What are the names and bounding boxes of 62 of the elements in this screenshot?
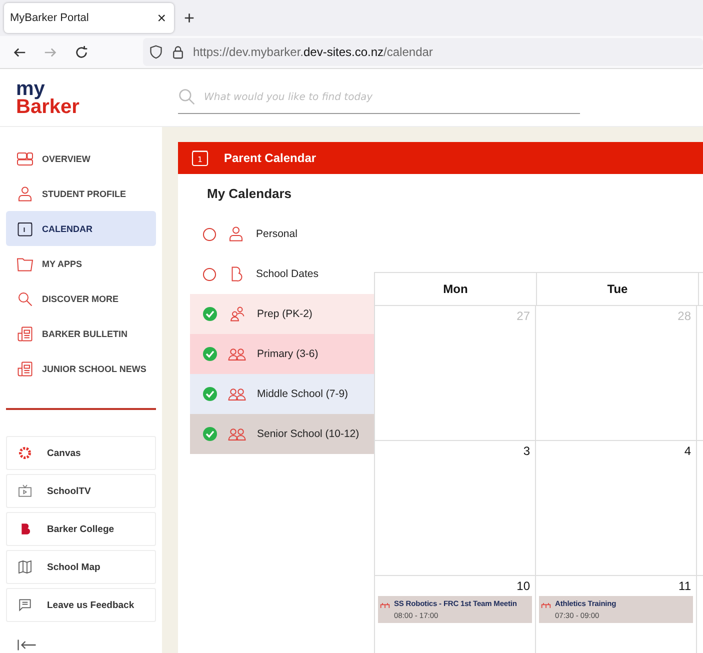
page-title: Parent Calendar (224, 151, 316, 165)
checkbox[interactable] (203, 228, 216, 240)
checkbox[interactable] (203, 268, 216, 280)
app-link[interactable]: Leave us Feedback (6, 588, 156, 622)
day-header: Tue (537, 273, 699, 305)
date-number: 10 (516, 579, 531, 593)
sidebar-item[interactable]: BARKER BULLETIN (6, 316, 156, 351)
close-tab-button[interactable]: × (157, 10, 166, 26)
collapse-icon[interactable] (16, 638, 38, 652)
app-link[interactable]: SchoolTV (6, 474, 156, 508)
url-text: https://dev.mybarker.dev-sites.co.nz/calendar (193, 45, 433, 59)
section-title: My Calendars (206, 185, 293, 203)
calendar-name: Senior School (10-12) (257, 428, 360, 440)
checkbox[interactable] (203, 307, 217, 321)
date-number: 27 (516, 309, 531, 323)
search-icon (16, 290, 34, 308)
app-link[interactable]: School Map (6, 550, 156, 584)
map-icon (17, 559, 33, 575)
calendar-row[interactable]: Senior School (10-12) (190, 414, 374, 454)
sidebar-item[interactable]: OVERVIEW (6, 141, 156, 176)
tv-icon (17, 483, 33, 499)
message-icon (17, 597, 33, 613)
sidebar-item[interactable]: STUDENT PROFILE (6, 176, 156, 211)
calendar-icon (16, 220, 34, 238)
calendar-name: Primary (3-6) (257, 348, 318, 360)
people-icon (228, 305, 246, 323)
date-number: 3 (522, 444, 531, 458)
calendar-name: Personal (256, 228, 298, 240)
dashboard-icon (16, 150, 34, 168)
calendar-row[interactable]: Primary (3-6) (190, 334, 374, 374)
app-link[interactable]: Canvas (6, 436, 156, 470)
person-icon (16, 184, 34, 202)
reload-icon[interactable] (74, 44, 89, 60)
calendar-icon: 1 (190, 148, 210, 168)
new-tab-button[interactable]: + (184, 8, 195, 28)
date-number: 11 (678, 579, 692, 593)
checkbox[interactable] (203, 427, 217, 441)
logo[interactable]: my Barker (0, 80, 162, 116)
lock-icon (171, 45, 185, 59)
newspaper-icon (16, 324, 34, 342)
calendar-row[interactable]: Prep (PK-2) (190, 294, 374, 334)
sidebar-item[interactable]: JUNIOR SCHOOL NEWS (6, 351, 156, 386)
search-field[interactable]: What would you like to find today (202, 90, 580, 104)
sidebar-item[interactable]: MY APPS (6, 246, 156, 281)
sidebar-item[interactable]: DISCOVER MORE (6, 281, 156, 316)
checkbox[interactable] (203, 347, 217, 361)
checkbox[interactable] (203, 387, 217, 401)
search-icon (178, 88, 196, 106)
calendar-name: Middle School (7-9) (257, 388, 348, 400)
calendar-name: School Dates (256, 268, 318, 280)
day-header: Mon (375, 273, 537, 305)
calendar-row[interactable]: Middle School (7-9) (190, 374, 374, 414)
calendar-name: Prep (PK-2) (257, 308, 312, 320)
address-bar[interactable]: https://dev.mybarker.dev-sites.co.nz/calendar (143, 38, 703, 66)
ring-icon (17, 445, 33, 461)
date-number: 28 (676, 309, 692, 323)
date-number: 4 (683, 444, 692, 458)
newspaper-icon (16, 360, 34, 378)
person-icon (227, 225, 245, 243)
sidebar-item[interactable]: CALENDAR (6, 211, 156, 246)
browser-tab[interactable]: MyBarker Portal × (4, 3, 174, 33)
app-link[interactable]: Barker College (6, 512, 156, 546)
